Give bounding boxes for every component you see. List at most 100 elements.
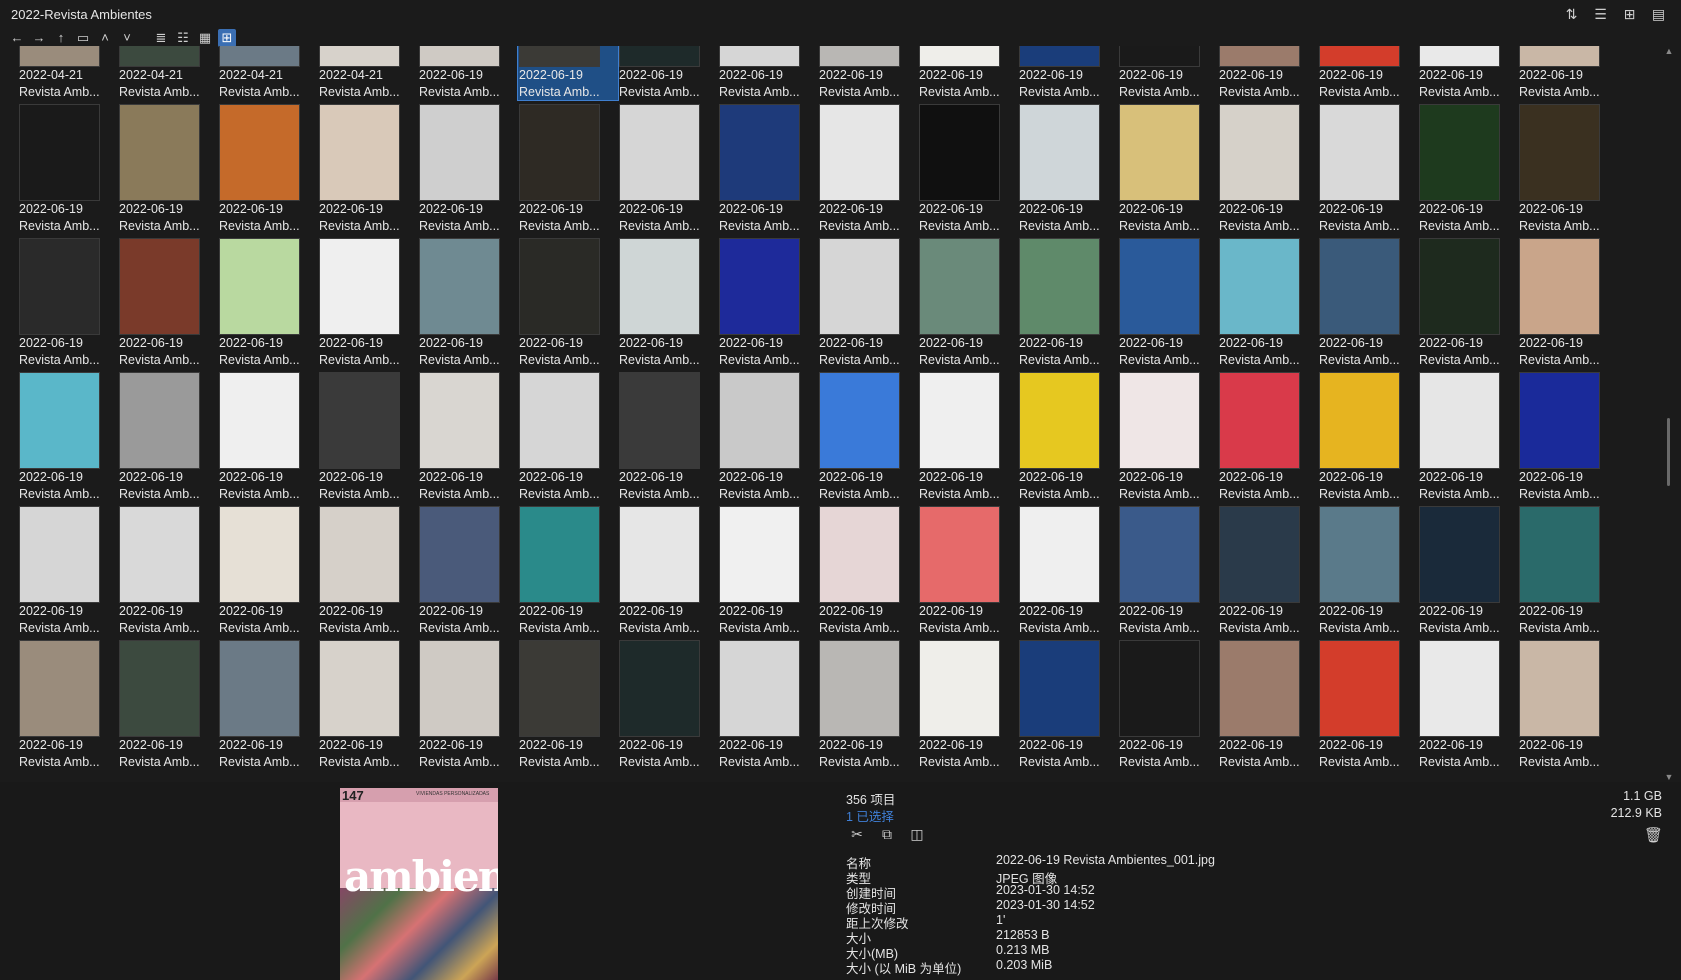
thumbnail-item[interactable]: 2022-06-19 Revista Amb... bbox=[1418, 234, 1518, 368]
thumbnail-item[interactable]: 2022-06-19 Revista Amb... bbox=[1518, 636, 1618, 770]
thumbnail-item[interactable]: 2022-06-19 Revista Amb... bbox=[18, 234, 118, 368]
thumbnail-item[interactable]: 2022-06-19 Revista Amb... bbox=[118, 234, 218, 368]
thumbnail-item[interactable]: 2022-06-19 Revista Amb... bbox=[618, 100, 718, 234]
thumbnail-item[interactable]: 2022-06-19 Revista Amb... bbox=[1118, 234, 1218, 368]
thumbnails-view-icon[interactable]: ⊞ bbox=[218, 29, 236, 47]
thumbnail-item[interactable]: 2022-06-19 Revista Amb... bbox=[218, 100, 318, 234]
thumbnail-item[interactable]: 2022-06-19 Revista Amb... bbox=[918, 100, 1018, 234]
thumbnail-item[interactable]: 2022-06-19 Revista Amb... bbox=[718, 46, 818, 100]
clipboard-icon[interactable]: ▤ bbox=[1650, 6, 1667, 23]
up-arrow-icon[interactable]: ↑ bbox=[52, 29, 70, 47]
thumbnail-item[interactable]: 2022-06-19 Revista Amb... bbox=[1418, 46, 1518, 100]
add-pane-icon[interactable]: ⊞ bbox=[1621, 6, 1638, 23]
thumbnail-item[interactable]: 2022-06-19 Revista Amb... bbox=[118, 636, 218, 770]
thumbnail-item[interactable]: 2022-06-19 Revista Amb... bbox=[618, 502, 718, 636]
thumbnail-item[interactable]: 2022-06-19 Revista Amb... bbox=[1218, 502, 1318, 636]
thumbnail-item[interactable]: 2022-06-19 Revista Amb... bbox=[618, 46, 718, 100]
thumbnail-item[interactable]: 2022-06-19 Revista Amb... bbox=[118, 100, 218, 234]
thumbnail-item[interactable]: 2022-06-19 Revista Amb... bbox=[818, 502, 918, 636]
thumbnail-item[interactable]: 2022-06-19 Revista Amb... bbox=[1118, 502, 1218, 636]
thumbnail-item[interactable]: 2022-06-19 Revista Amb... bbox=[518, 234, 618, 368]
thumbnail-item[interactable]: 2022-06-19 Revista Amb... bbox=[518, 502, 618, 636]
thumbnail-item[interactable]: 2022-04-21 Revista Amb... bbox=[318, 46, 418, 100]
thumbnail-item[interactable]: 2022-06-19 Revista Amb... bbox=[1318, 636, 1418, 770]
thumbnail-item[interactable]: 2022-06-19 Revista Amb... bbox=[1218, 100, 1318, 234]
thumbnail-item[interactable]: 2022-06-19 Revista Amb... bbox=[118, 502, 218, 636]
back-arrow-icon[interactable]: ← bbox=[8, 29, 26, 47]
thumbnail-item[interactable]: 2022-06-19 Revista Amb... bbox=[1018, 100, 1118, 234]
split-view-icon[interactable]: ◫ bbox=[908, 825, 926, 843]
folder-icon[interactable]: ▭ bbox=[74, 29, 92, 47]
thumbnail-item[interactable]: 2022-06-19 Revista Amb... bbox=[618, 636, 718, 770]
thumbnail-item[interactable]: 2022-06-19 Revista Amb... bbox=[718, 636, 818, 770]
thumbnail-item[interactable]: 2022-06-19 Revista Amb... bbox=[318, 368, 418, 502]
thumbnail-item[interactable]: 2022-06-19 Revista Amb... bbox=[418, 636, 518, 770]
thumbnail-item[interactable]: 2022-06-19 Revista Amb... bbox=[218, 636, 318, 770]
thumbnail-item[interactable]: 2022-06-19 Revista Amb... bbox=[1518, 234, 1618, 368]
thumbnail-item[interactable]: 2022-06-19 Revista Amb... bbox=[318, 636, 418, 770]
thumbnail-item[interactable]: 2022-06-19 Revista Amb... bbox=[1318, 502, 1418, 636]
thumbnail-item[interactable]: 2022-06-19 Revista Amb... bbox=[418, 502, 518, 636]
details-view-icon[interactable]: ☰ bbox=[1592, 6, 1609, 23]
thumbnail-item[interactable]: 2022-06-19 Revista Amb... bbox=[1418, 636, 1518, 770]
tiles-view-icon[interactable]: ▦ bbox=[196, 29, 214, 47]
thumbnail-item[interactable]: 2022-06-19 Revista Amb... bbox=[818, 368, 918, 502]
thumbnail-item[interactable]: 2022-06-19 Revista Amb... bbox=[318, 100, 418, 234]
thumbnail-item[interactable]: 2022-06-19 Revista Amb... bbox=[918, 234, 1018, 368]
cut-icon[interactable]: ✂ bbox=[848, 825, 866, 843]
scroll-thumb[interactable] bbox=[1667, 418, 1670, 486]
sort-icon[interactable]: ⇅ bbox=[1563, 6, 1580, 23]
thumbnail-item[interactable]: 2022-06-19 Revista Amb... bbox=[1418, 100, 1518, 234]
thumbnail-item[interactable]: 2022-06-19 Revista Amb... bbox=[718, 234, 818, 368]
thumbnail-item[interactable]: 2022-06-19 Revista Amb... bbox=[218, 502, 318, 636]
thumbnail-item[interactable]: 2022-06-19 Revista Amb... bbox=[1518, 46, 1618, 100]
thumbnail-item[interactable]: 2022-06-19 Revista Amb... bbox=[1018, 368, 1118, 502]
vertical-scrollbar[interactable]: ▲ ▼ bbox=[1664, 46, 1674, 782]
thumbnail-item[interactable]: 2022-06-19 Revista Amb... bbox=[1018, 46, 1118, 100]
thumbnail-item[interactable]: 2022-06-19 Revista Amb... bbox=[1318, 234, 1418, 368]
thumbnail-item[interactable]: 2022-06-19 Revista Amb... bbox=[318, 234, 418, 368]
thumbnail-item[interactable]: 2022-06-19 Revista Amb... bbox=[1118, 46, 1218, 100]
thumbnail-item[interactable]: 2022-06-19 Revista Amb... bbox=[818, 46, 918, 100]
thumbnail-item[interactable]: 2022-06-19 Revista Amb... bbox=[618, 234, 718, 368]
thumbnail-item[interactable]: 2022-06-19 Revista Amb... bbox=[1218, 368, 1318, 502]
thumbnail-item[interactable]: 2022-06-19 Revista Amb... bbox=[18, 636, 118, 770]
thumbnail-item[interactable]: 2022-06-19 Revista Amb... bbox=[1018, 502, 1118, 636]
thumbnail-item[interactable]: 2022-06-19 Revista Amb... bbox=[518, 368, 618, 502]
thumbnail-item[interactable]: 2022-06-19 Revista Amb... bbox=[1318, 46, 1418, 100]
scroll-down-arrow-icon[interactable]: ▼ bbox=[1664, 772, 1674, 782]
thumbnail-item[interactable]: 2022-06-19 Revista Amb... bbox=[818, 100, 918, 234]
thumbnail-item[interactable]: 2022-06-19 Revista Amb... bbox=[1218, 234, 1318, 368]
thumbnail-item[interactable]: 2022-04-21 Revista Amb... bbox=[218, 46, 318, 100]
thumbnail-item[interactable]: 2022-06-19 Revista Amb... bbox=[218, 234, 318, 368]
thumbnail-item[interactable]: 2022-06-19 Revista Amb... bbox=[518, 100, 618, 234]
thumbnail-item[interactable]: 2022-06-19 Revista Amb... bbox=[1118, 368, 1218, 502]
thumbnail-item[interactable]: 2022-06-19 Revista Amb... bbox=[18, 100, 118, 234]
thumbnail-item[interactable]: 2022-06-19 Revista Amb... bbox=[1118, 636, 1218, 770]
scroll-up-arrow-icon[interactable]: ▲ bbox=[1664, 46, 1674, 56]
thumbnail-item[interactable]: 2022-06-19 Revista Amb... bbox=[718, 368, 818, 502]
thumbnail-item[interactable]: 2022-06-19 Revista Amb... bbox=[918, 636, 1018, 770]
thumbnail-item[interactable]: 2022-06-19 Revista Amb... bbox=[218, 368, 318, 502]
forward-arrow-icon[interactable]: → bbox=[30, 29, 48, 47]
thumbnail-item[interactable]: 2022-06-19 Revista Amb... bbox=[1418, 502, 1518, 636]
thumbnail-item[interactable]: 2022-06-19 Revista Amb... bbox=[1518, 100, 1618, 234]
thumbnail-item[interactable]: 2022-06-19 Revista Amb... bbox=[1018, 636, 1118, 770]
chevron-down-icon[interactable]: ˅ bbox=[118, 29, 136, 47]
thumbnail-item[interactable]: 2022-06-19 Revista Amb... bbox=[418, 368, 518, 502]
thumbnail-item[interactable]: 2022-06-19 Revista Amb... bbox=[718, 100, 818, 234]
thumbnail-item[interactable]: 2022-04-21 Revista Amb... bbox=[18, 46, 118, 100]
thumbnail-item[interactable]: 2022-06-19 Revista Amb... bbox=[1018, 234, 1118, 368]
thumbnail-item[interactable]: 2022-06-19 Revista Amb... bbox=[418, 46, 518, 100]
thumbnail-item[interactable]: 2022-06-19 Revista Amb... bbox=[1418, 368, 1518, 502]
thumbnail-item[interactable]: 2022-06-19 Revista Amb... bbox=[418, 234, 518, 368]
list-view-icon[interactable]: ≣ bbox=[152, 29, 170, 47]
thumbnail-item[interactable]: 2022-06-19 Revista Amb... bbox=[318, 502, 418, 636]
thumbnail-item[interactable]: 2022-06-19 Revista Amb... bbox=[18, 502, 118, 636]
chevron-up-icon[interactable]: ˄ bbox=[96, 29, 114, 47]
thumbnail-item[interactable]: 2022-06-19 Revista Amb... bbox=[718, 502, 818, 636]
thumbnail-item[interactable]: 2022-06-19 Revista Amb... bbox=[18, 368, 118, 502]
thumbnail-item[interactable]: 2022-06-19 Revista Amb... bbox=[1218, 636, 1318, 770]
thumbnail-item[interactable]: 2022-06-19 Revista Amb... bbox=[818, 234, 918, 368]
thumbnail-item[interactable]: 2022-06-19 Revista Amb... bbox=[1118, 100, 1218, 234]
